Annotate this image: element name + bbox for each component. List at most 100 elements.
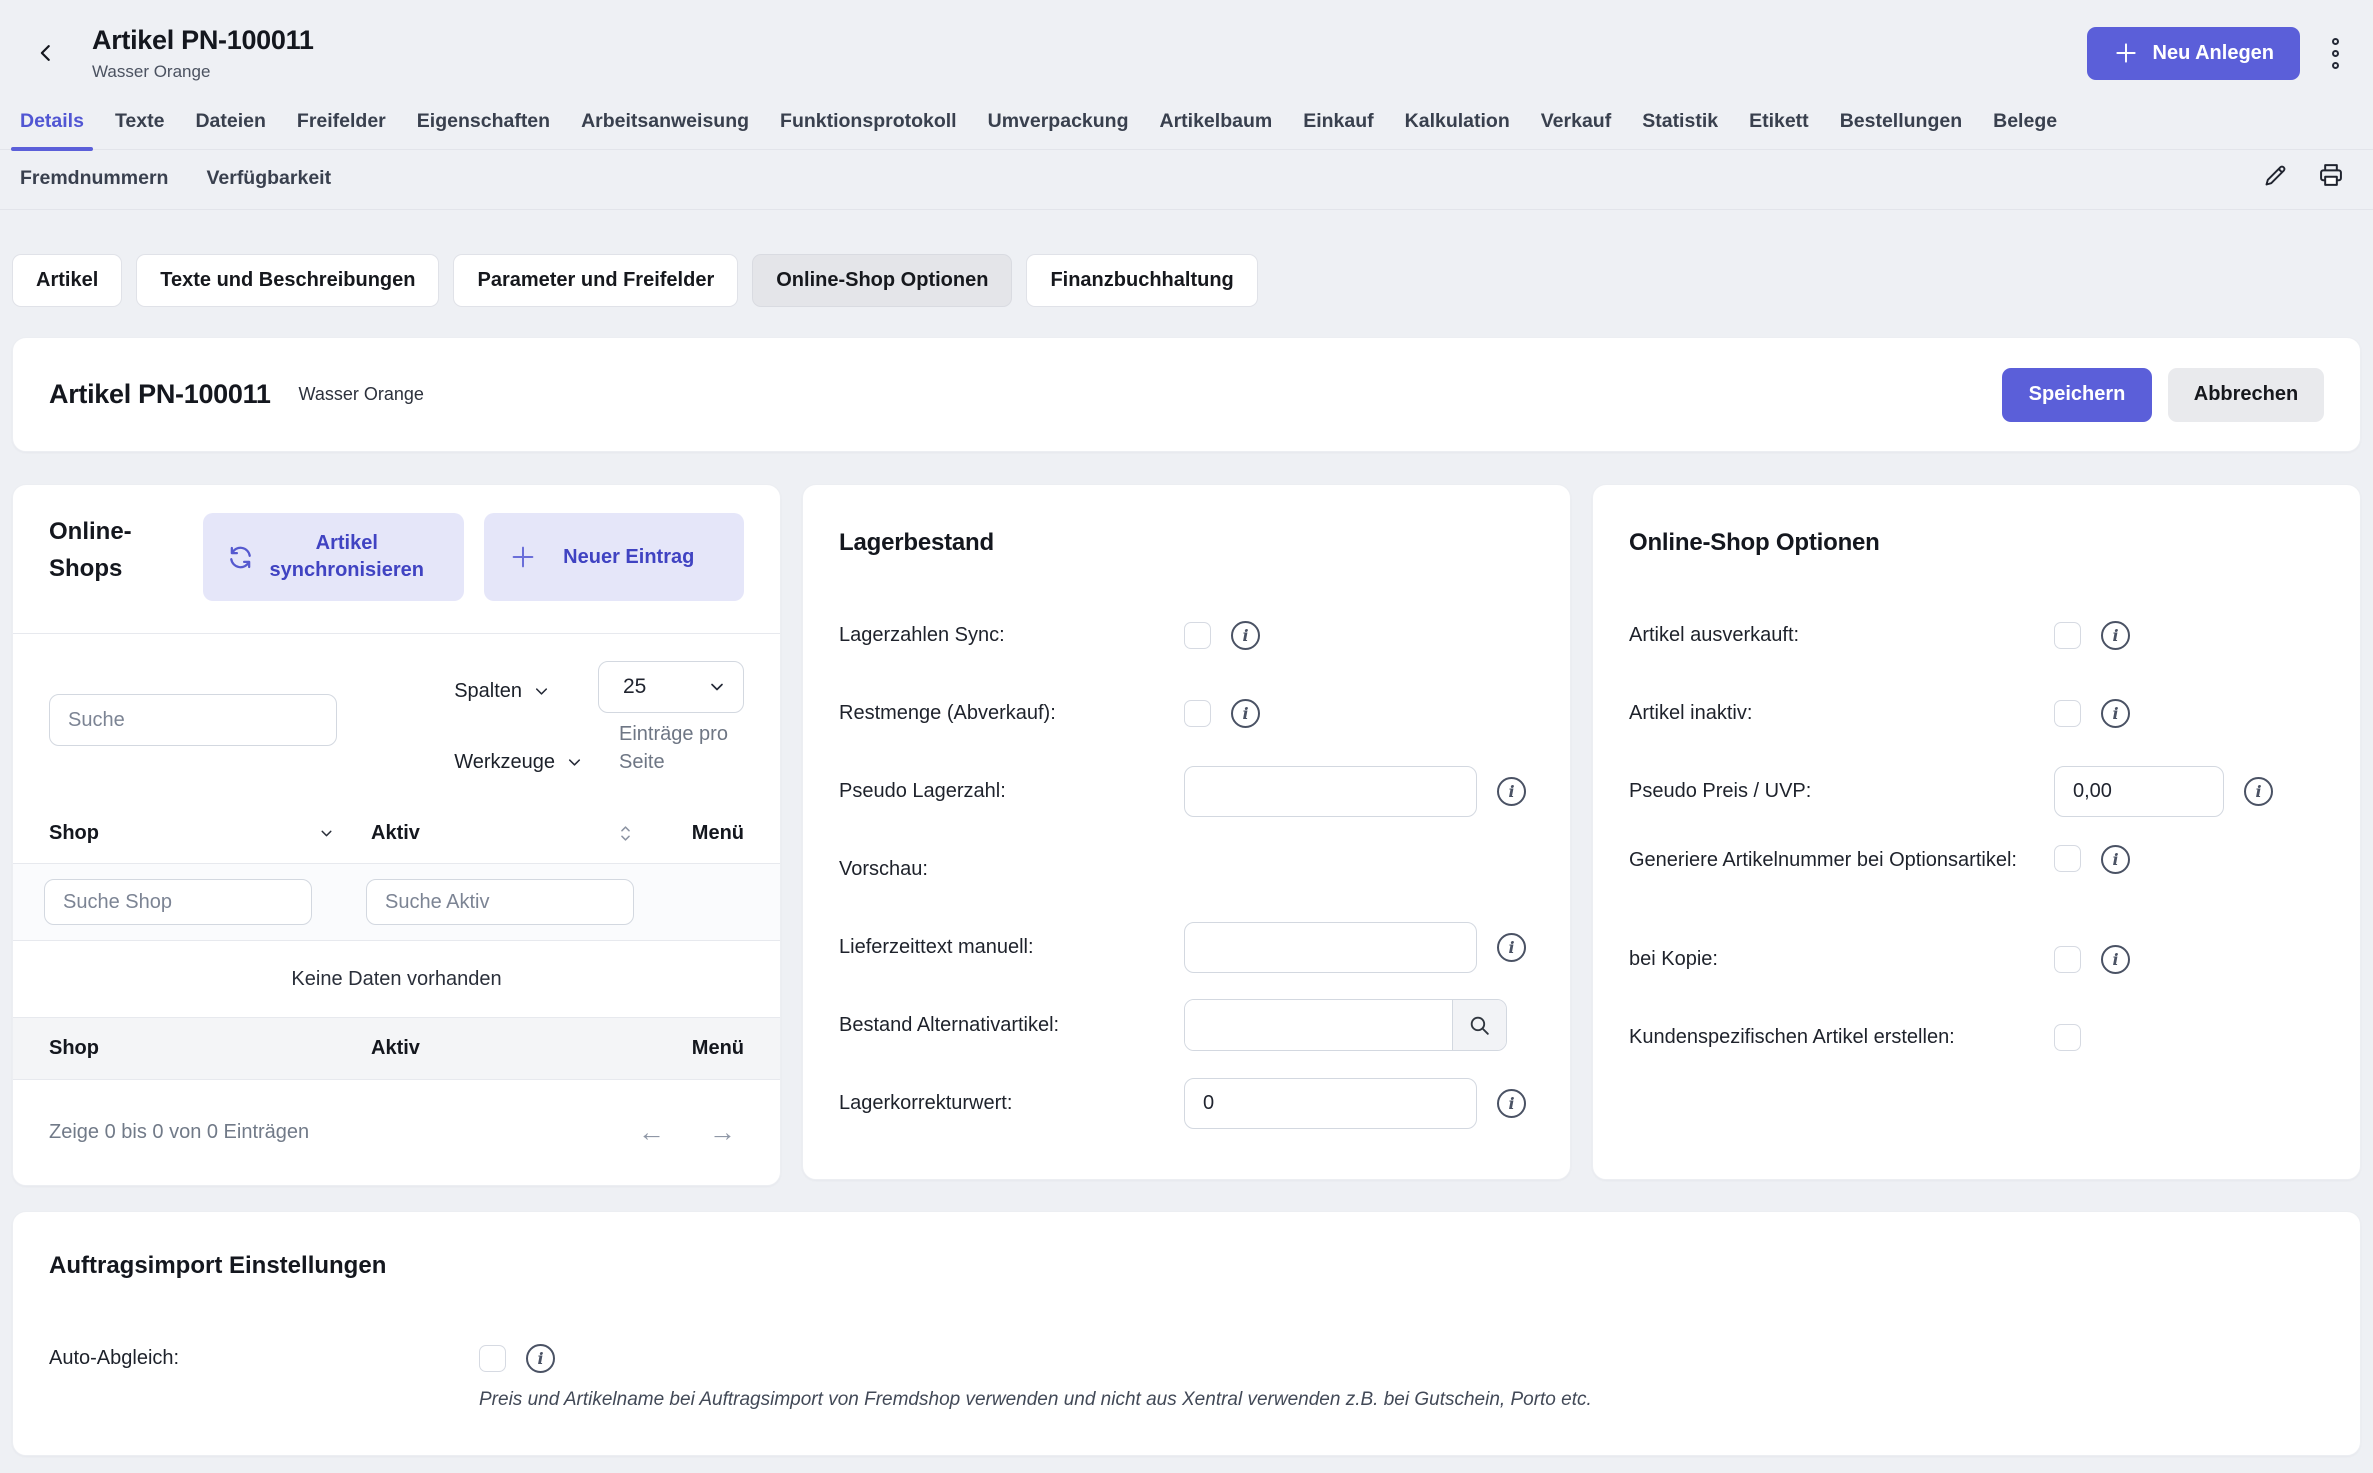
lieferzeittext-input[interactable] bbox=[1184, 922, 1477, 973]
auto-abgleich-row: Auto-Abgleich: i bbox=[49, 1344, 2324, 1373]
empty-table-message: Keine Daten vorhanden bbox=[13, 941, 780, 1018]
tab-artikelbaum[interactable]: Artikelbaum bbox=[1160, 110, 1273, 149]
pill-finanzbuchhaltung[interactable]: Finanzbuchhaltung bbox=[1026, 254, 1257, 307]
pill-artikel[interactable]: Artikel bbox=[12, 254, 122, 307]
tab-umverpackung[interactable]: Umverpackung bbox=[988, 110, 1129, 149]
artikel-inaktiv-checkbox[interactable] bbox=[2054, 700, 2081, 727]
lagerbestand-panel: Lagerbestand Lagerzahlen Sync: i Restmen… bbox=[802, 484, 1571, 1180]
info-icon[interactable]: i bbox=[1497, 1089, 1526, 1118]
bestand-alternativartikel-row: Bestand Alternativartikel: bbox=[839, 999, 1534, 1051]
tab-details[interactable]: Details bbox=[20, 110, 84, 149]
tab-funktionsprotokoll[interactable]: Funktionsprotokoll bbox=[780, 110, 957, 149]
tools-dropdown[interactable]: Werkzeuge bbox=[454, 751, 584, 774]
tab-verfuegbarkeit[interactable]: Verfügbarkeit bbox=[206, 167, 331, 190]
info-icon[interactable]: i bbox=[2244, 777, 2273, 806]
kundenspezifisch-checkbox[interactable] bbox=[2054, 1024, 2081, 1051]
auto-abgleich-checkbox[interactable] bbox=[479, 1345, 506, 1372]
tab-einkauf[interactable]: Einkauf bbox=[1303, 110, 1373, 149]
restmenge-row: Restmenge (Abverkauf): i bbox=[839, 687, 1534, 739]
tab-fremdnummern[interactable]: Fremdnummern bbox=[20, 167, 168, 190]
info-icon[interactable]: i bbox=[2101, 621, 2130, 650]
tab-freifelder[interactable]: Freifelder bbox=[297, 110, 386, 149]
sort-desc-icon[interactable] bbox=[318, 825, 335, 842]
tab-bestellungen[interactable]: Bestellungen bbox=[1840, 110, 1962, 149]
bestand-alternativartikel-input[interactable] bbox=[1185, 1000, 1452, 1050]
info-icon[interactable]: i bbox=[1497, 777, 1526, 806]
footer-aktiv-header: Aktiv bbox=[371, 1037, 672, 1060]
tab-kalkulation[interactable]: Kalkulation bbox=[1405, 110, 1510, 149]
sync-icon bbox=[227, 544, 254, 571]
back-button[interactable] bbox=[26, 33, 66, 73]
lagerzahlen-sync-checkbox[interactable] bbox=[1184, 622, 1211, 649]
page-subtitle: Wasser Orange bbox=[92, 62, 314, 82]
pseudo-preis-input[interactable] bbox=[2054, 766, 2224, 817]
tab-statistik[interactable]: Statistik bbox=[1642, 110, 1718, 149]
column-shop-header: Shop bbox=[49, 822, 99, 845]
filter-shop-input[interactable] bbox=[44, 879, 312, 925]
lagerkorrekturwert-input[interactable] bbox=[1184, 1078, 1477, 1129]
cancel-button[interactable]: Abbrechen bbox=[2168, 368, 2324, 422]
page-size-select[interactable]: 25 bbox=[598, 661, 744, 713]
article-lookup-button[interactable] bbox=[1452, 1000, 1506, 1050]
info-icon[interactable]: i bbox=[1497, 933, 1526, 962]
new-entry-button[interactable]: Neuer Eintrag bbox=[484, 513, 745, 601]
tools-dropdown-label: Werkzeuge bbox=[454, 751, 555, 774]
shop-options-panel: Online-Shop Optionen Artikel ausverkauft… bbox=[1592, 484, 2361, 1180]
sync-articles-button[interactable]: Artikel synchronisieren bbox=[203, 513, 464, 601]
pagination-next-icon[interactable]: → bbox=[709, 1119, 736, 1146]
bei-kopie-checkbox[interactable] bbox=[2054, 946, 2081, 973]
tab-belege[interactable]: Belege bbox=[1993, 110, 2057, 149]
tab-etikett[interactable]: Etikett bbox=[1749, 110, 1809, 149]
pill-online-shop-optionen[interactable]: Online-Shop Optionen bbox=[752, 254, 1012, 307]
shops-table-footer-header: Shop Aktiv Menü bbox=[13, 1018, 780, 1080]
footer-menu-header: Menü bbox=[672, 1037, 744, 1060]
shops-search-input[interactable] bbox=[49, 694, 337, 746]
vorschau-row: Vorschau: bbox=[839, 843, 1534, 895]
pagination-prev-icon[interactable]: ← bbox=[638, 1119, 665, 1146]
new-entry-label: Neuer Eintrag bbox=[538, 544, 727, 571]
columns-dropdown-label: Spalten bbox=[454, 680, 522, 703]
article-title: Artikel PN-100011 bbox=[49, 379, 271, 410]
tab-verkauf[interactable]: Verkauf bbox=[1541, 110, 1611, 149]
generiere-artikelnummer-checkbox[interactable] bbox=[2054, 845, 2081, 872]
shop-options-title: Online-Shop Optionen bbox=[1629, 529, 2324, 557]
section-pills: Artikel Texte und Beschreibungen Paramet… bbox=[12, 254, 2361, 307]
edit-pencil-icon[interactable] bbox=[2260, 160, 2290, 190]
lagerbestand-title: Lagerbestand bbox=[839, 529, 1534, 557]
bei-kopie-row: bei Kopie: i bbox=[1629, 933, 2324, 985]
kundenspezifisch-row: Kundenspezifischen Artikel erstellen: bbox=[1629, 1011, 2324, 1063]
chevron-down-icon bbox=[565, 753, 584, 772]
new-create-button[interactable]: Neu Anlegen bbox=[2087, 27, 2301, 80]
info-icon[interactable]: i bbox=[526, 1344, 555, 1373]
generiere-artikelnummer-row: Generiere Artikelnummer bei Optionsartik… bbox=[1629, 843, 2324, 923]
info-icon[interactable]: i bbox=[2101, 945, 2130, 974]
artikel-inaktiv-row: Artikel inaktiv: i bbox=[1629, 687, 2324, 739]
pill-texte-und-beschreibungen[interactable]: Texte und Beschreibungen bbox=[136, 254, 439, 307]
footer-shop-header: Shop bbox=[49, 1037, 371, 1060]
tab-bar-primary: Details Texte Dateien Freifelder Eigensc… bbox=[0, 100, 2373, 150]
info-icon[interactable]: i bbox=[1231, 699, 1260, 728]
tab-eigenschaften[interactable]: Eigenschaften bbox=[417, 110, 550, 149]
tab-dateien[interactable]: Dateien bbox=[195, 110, 265, 149]
chevron-down-icon bbox=[707, 677, 727, 697]
save-button[interactable]: Speichern bbox=[2002, 368, 2152, 422]
pseudo-lagerzahl-input[interactable] bbox=[1184, 766, 1477, 817]
columns-dropdown[interactable]: Spalten bbox=[454, 680, 551, 703]
info-icon[interactable]: i bbox=[1231, 621, 1260, 650]
plus-icon bbox=[508, 542, 538, 572]
pill-parameter-und-freifelder[interactable]: Parameter und Freifelder bbox=[453, 254, 738, 307]
filter-aktiv-input[interactable] bbox=[366, 879, 634, 925]
tab-texte[interactable]: Texte bbox=[115, 110, 165, 149]
info-icon[interactable]: i bbox=[2101, 845, 2130, 874]
restmenge-checkbox[interactable] bbox=[1184, 700, 1211, 727]
shops-table-header: Shop Aktiv Menü bbox=[13, 804, 780, 864]
artikel-ausverkauft-checkbox[interactable] bbox=[2054, 622, 2081, 649]
tab-arbeitsanweisung[interactable]: Arbeitsanweisung bbox=[581, 110, 749, 149]
page-size-caption: Einträge pro Seite bbox=[598, 720, 744, 776]
column-aktiv-header: Aktiv bbox=[371, 822, 420, 845]
lieferzeittext-row: Lieferzeittext manuell: i bbox=[839, 921, 1534, 973]
print-icon[interactable] bbox=[2316, 160, 2346, 190]
info-icon[interactable]: i bbox=[2101, 699, 2130, 728]
kebab-menu-icon[interactable] bbox=[2328, 34, 2343, 73]
sort-both-icon[interactable] bbox=[617, 823, 634, 844]
